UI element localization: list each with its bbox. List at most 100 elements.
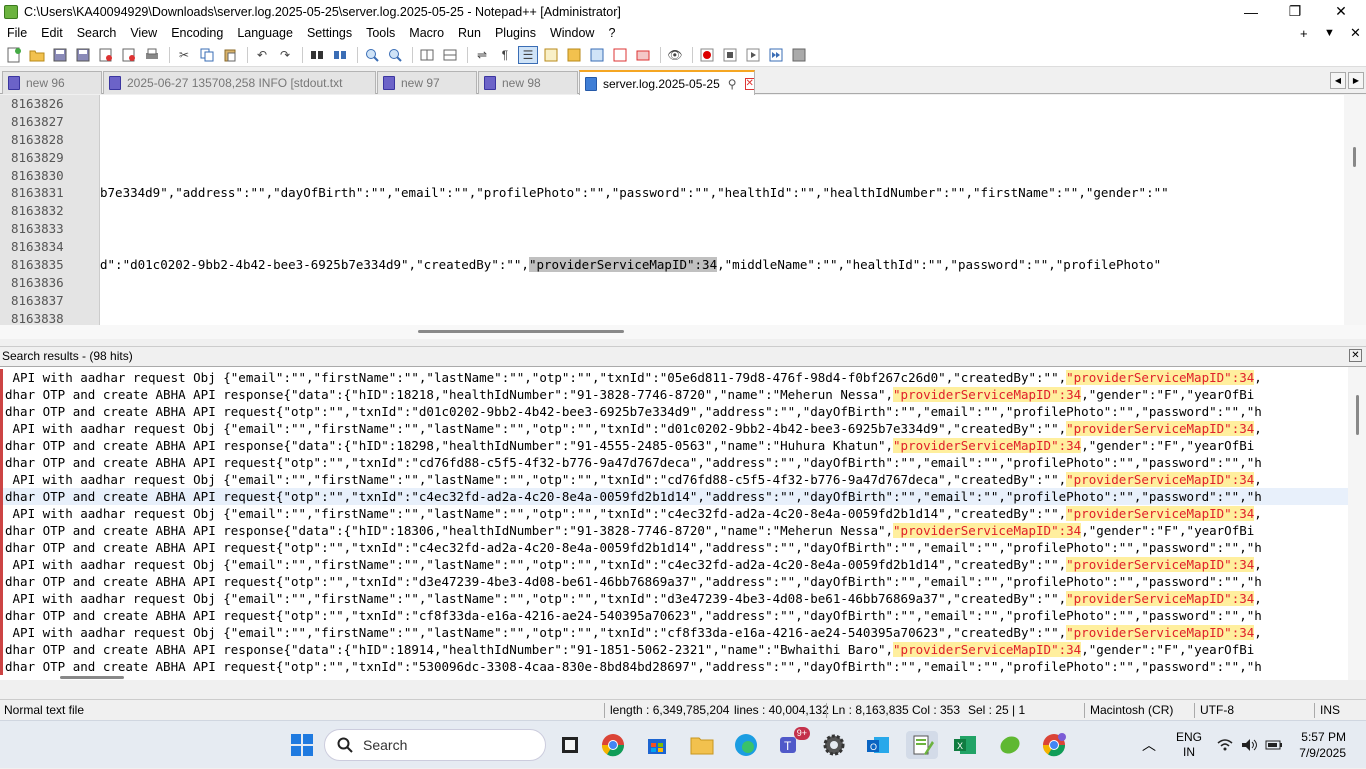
save-all-icon[interactable] (73, 46, 93, 64)
show-all-chars-icon[interactable]: ¶ (495, 46, 515, 64)
macro-stop-icon[interactable] (720, 46, 740, 64)
minimize-button[interactable]: — (1228, 0, 1274, 23)
menu-file[interactable]: File (0, 26, 34, 40)
zoom-in-icon[interactable] (362, 46, 382, 64)
search-result-row[interactable]: dhar OTP and create ABHA API response{"d… (0, 522, 1348, 539)
folder-workspace-icon[interactable] (633, 46, 653, 64)
search-result-row[interactable]: dhar OTP and create ABHA API request{"ot… (0, 454, 1348, 471)
code-line[interactable] (100, 131, 1344, 149)
menu-help[interactable]: ? (601, 26, 622, 40)
search-result-row[interactable]: dhar OTP and create ABHA API response{"d… (0, 386, 1348, 403)
search-result-row[interactable]: API with aadhar request Obj {"email":"",… (0, 590, 1348, 607)
task-view-icon[interactable] (556, 731, 584, 759)
redo-icon[interactable]: ↷ (275, 46, 295, 64)
code-line[interactable] (100, 220, 1344, 238)
results-horizontal-scrollbar[interactable] (0, 673, 1348, 680)
chrome-icon[interactable] (599, 731, 627, 759)
tab-server-log[interactable]: server.log.2025-05-25 ⚲ ✕ (579, 70, 755, 95)
file-explorer-icon[interactable] (688, 731, 716, 759)
close-all-icon[interactable] (119, 46, 139, 64)
search-result-row[interactable]: dhar OTP and create ABHA API response{"d… (0, 641, 1348, 658)
green-app-icon[interactable] (996, 731, 1024, 759)
scroll-thumb[interactable] (60, 676, 124, 679)
search-result-row[interactable]: API with aadhar request Obj {"email":"",… (0, 624, 1348, 641)
menu-settings[interactable]: Settings (300, 26, 359, 40)
teams-icon[interactable]: T 9+ (776, 727, 810, 759)
code-line[interactable] (100, 274, 1344, 292)
language-indicator[interactable]: ENG IN (1176, 721, 1202, 769)
close-tab-icon[interactable]: ✕ (744, 77, 754, 90)
status-encoding[interactable]: UTF-8 (1196, 700, 1234, 721)
tab-list-dropdown-button[interactable]: ▼ (1324, 23, 1335, 43)
search-result-row[interactable]: API with aadhar request Obj {"email":"",… (0, 369, 1348, 386)
code-line[interactable] (100, 167, 1344, 185)
cut-icon[interactable]: ✂ (174, 46, 194, 64)
maximize-button[interactable]: ❐ (1272, 0, 1318, 23)
close-doc-button[interactable]: ✕ (1350, 23, 1361, 43)
define-language-icon[interactable] (541, 46, 561, 64)
code-line[interactable] (100, 95, 1344, 113)
close-search-results-button[interactable]: ✕ (1349, 349, 1362, 362)
scroll-thumb[interactable] (1356, 395, 1359, 435)
status-eol[interactable]: Macintosh (CR) (1086, 700, 1173, 721)
macro-play-icon[interactable] (743, 46, 763, 64)
code-line[interactable] (100, 113, 1344, 131)
monitoring-eye-icon[interactable]: 👁 (665, 46, 685, 64)
menu-macro[interactable]: Macro (402, 26, 451, 40)
results-vertical-scrollbar[interactable] (1348, 367, 1366, 680)
menu-run[interactable]: Run (451, 26, 488, 40)
search-result-row[interactable]: API with aadhar request Obj {"email":"",… (0, 420, 1348, 437)
volume-icon[interactable] (1241, 721, 1259, 769)
word-wrap-icon[interactable]: ⇌ (472, 46, 492, 64)
print-icon[interactable] (142, 46, 162, 64)
wifi-icon[interactable] (1217, 721, 1233, 769)
save-icon[interactable] (50, 46, 70, 64)
close-window-button[interactable]: ✕ (1318, 0, 1364, 23)
scroll-thumb[interactable] (418, 330, 624, 333)
search-result-row[interactable]: dhar OTP and create ABHA API request{"ot… (0, 403, 1348, 420)
code-line-current[interactable]: d":"d01c0202-9bb2-4b42-bee3-6925b7e334d9… (100, 256, 1344, 274)
indent-guide-icon[interactable]: ☰ (518, 45, 538, 64)
code-line[interactable] (100, 149, 1344, 167)
menu-window[interactable]: Window (543, 26, 601, 40)
new-file-icon[interactable] (4, 46, 24, 64)
search-result-row[interactable]: dhar OTP and create ABHA API request{"ot… (0, 539, 1348, 556)
search-result-row[interactable]: API with aadhar request Obj {"email":"",… (0, 505, 1348, 522)
menu-tools[interactable]: Tools (359, 26, 402, 40)
notepadpp-taskbar-icon[interactable] (906, 731, 938, 759)
menu-language[interactable]: Language (230, 26, 300, 40)
scroll-thumb[interactable] (1353, 147, 1356, 167)
taskbar-search-box[interactable]: Search (324, 729, 546, 761)
search-result-row[interactable]: API with aadhar request Obj {"email":"",… (0, 471, 1348, 488)
editor-horizontal-scrollbar[interactable] (0, 325, 1366, 339)
battery-icon[interactable] (1265, 721, 1283, 769)
menu-search[interactable]: Search (70, 26, 124, 40)
find-icon[interactable] (307, 46, 327, 64)
copy-icon[interactable] (197, 46, 217, 64)
code-line[interactable] (100, 238, 1344, 256)
sync-vertical-icon[interactable] (417, 46, 437, 64)
settings-gear-icon[interactable] (820, 731, 848, 759)
code-line[interactable] (100, 202, 1344, 220)
search-result-row[interactable]: dhar OTP and create ABHA API request{"ot… (0, 573, 1348, 590)
clock[interactable]: 5:57 PM 7/9/2025 (1296, 721, 1346, 769)
doc-list-icon[interactable] (587, 46, 607, 64)
code-area[interactable]: b7e334d9","address":"","dayOfBirth":"","… (100, 95, 1344, 326)
editor-pane[interactable]: 8163826 8163827 8163828 8163829 8163830 … (0, 95, 1366, 327)
close-file-icon[interactable] (96, 46, 116, 64)
macro-record-icon[interactable] (697, 46, 717, 64)
new-tab-plus-button[interactable]: + (1300, 23, 1308, 43)
show-hidden-icons-chevron-icon[interactable]: ︿ (1142, 721, 1156, 769)
menu-view[interactable]: View (123, 26, 164, 40)
macro-play-multiple-icon[interactable] (766, 46, 786, 64)
tab-scroll-left-button[interactable]: ◀ (1330, 72, 1346, 89)
tab-new-96[interactable]: new 96 (2, 71, 102, 94)
paste-icon[interactable] (220, 46, 240, 64)
search-result-row[interactable]: API with aadhar request Obj {"email":"",… (0, 556, 1348, 573)
macro-save-icon[interactable] (789, 46, 809, 64)
doc-map-icon[interactable] (564, 46, 584, 64)
code-line[interactable]: b7e334d9","address":"","dayOfBirth":"","… (100, 184, 1344, 202)
editor-vertical-scrollbar[interactable] (1344, 95, 1366, 326)
function-list-icon[interactable] (610, 46, 630, 64)
menu-edit[interactable]: Edit (34, 26, 70, 40)
